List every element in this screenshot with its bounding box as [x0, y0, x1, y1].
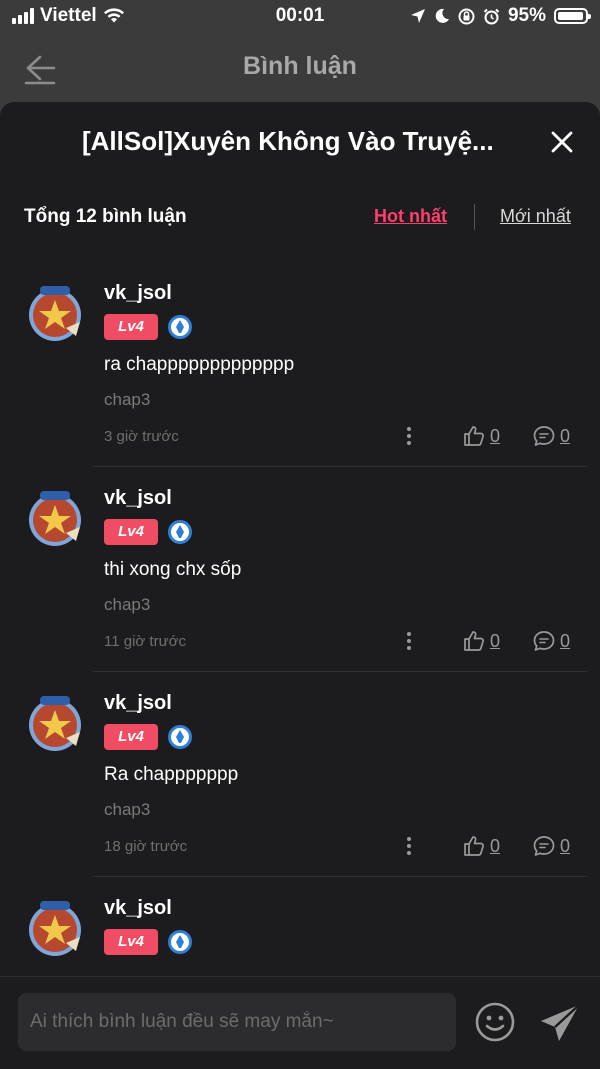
nav-bar: Bình luận: [0, 34, 600, 100]
battery-percent: 95%: [507, 5, 546, 26]
like-count: 0: [490, 835, 501, 856]
like-button[interactable]: 0: [462, 834, 500, 858]
comment-count: Tổng 12 bình luận: [24, 206, 187, 227]
like-count: 0: [490, 425, 501, 446]
level-badge: Lv4: [104, 724, 158, 750]
sort-newest-link[interactable]: Mới nhất: [500, 206, 571, 227]
writer-pen-icon: [168, 930, 192, 954]
more-options-icon[interactable]: [398, 630, 420, 652]
comment-list[interactable]: vk_jsol Lv4 ra chappppppppppppp chap3 3 …: [0, 262, 600, 974]
comment-username[interactable]: vk_jsol: [104, 692, 172, 715]
comment-input[interactable]: [18, 993, 456, 1051]
sheet-header: [AllSol]Xuyên Không Vào Truyệ...: [0, 102, 600, 182]
status-bar: Viettel 00:01 95%: [0, 0, 600, 34]
reply-button[interactable]: 0: [532, 834, 570, 858]
comment-time: 11 giờ trước: [104, 633, 186, 650]
reply-count: 0: [560, 630, 571, 651]
level-badge: Lv4: [104, 519, 158, 545]
status-right: 95%: [410, 5, 591, 27]
reply-button[interactable]: 0: [532, 424, 570, 448]
comment-summary-row: Tổng 12 bình luận Hot nhất Mới nhất: [0, 200, 600, 236]
writer-pen-icon: [168, 725, 192, 749]
comment-text: thi xong chx sốp: [104, 559, 242, 580]
like-button[interactable]: 0: [462, 629, 500, 653]
comment-chapter: chap3: [104, 390, 151, 409]
sort-divider: [474, 204, 475, 230]
writer-avatar-icon[interactable]: [24, 487, 86, 549]
thumbs-up-icon: [464, 631, 484, 651]
emoji-icon[interactable]: [474, 1001, 516, 1043]
more-options-icon[interactable]: [398, 835, 420, 857]
alarm-icon: [483, 8, 500, 24]
reply-bubble-icon: [533, 836, 555, 856]
writer-avatar-icon[interactable]: [24, 692, 86, 754]
reply-count: 0: [560, 835, 571, 856]
location-icon: [410, 9, 425, 23]
comment-username[interactable]: vk_jsol: [104, 282, 172, 305]
rotation-lock-icon: [458, 8, 475, 24]
comment-item: vk_jsol Lv4: [0, 877, 600, 974]
comment-time: 18 giờ trước: [104, 838, 188, 855]
thumbs-up-icon: [464, 426, 484, 446]
moon-icon: [435, 8, 449, 23]
comment-item: vk_jsol Lv4 Ra chappppppp chap3 18 giờ t…: [0, 672, 600, 877]
close-icon[interactable]: [548, 128, 576, 156]
comment-item: vk_jsol Lv4 thi xong chx sốp chap3 11 gi…: [0, 467, 600, 672]
battery-icon: [554, 8, 591, 24]
reply-button[interactable]: 0: [532, 629, 570, 653]
writer-avatar-icon[interactable]: [24, 897, 86, 959]
level-badge: Lv4: [104, 929, 158, 955]
thumbs-up-icon: [464, 836, 484, 856]
comment-username[interactable]: vk_jsol: [104, 487, 172, 510]
writer-pen-icon: [168, 315, 192, 339]
more-options-icon[interactable]: [398, 425, 420, 447]
like-count: 0: [490, 630, 501, 651]
send-icon[interactable]: [538, 1001, 582, 1045]
comment-text: Ra chappppppp: [104, 764, 239, 785]
comment-chapter: chap3: [104, 595, 151, 614]
page-title: Bình luận: [243, 52, 357, 80]
sort-hot-link[interactable]: Hot nhất: [374, 206, 447, 227]
comment-composer: [0, 976, 600, 1069]
comment-text: ra chappppppppppppp: [104, 354, 295, 375]
comment-item: vk_jsol Lv4 ra chappppppppppppp chap3 3 …: [0, 262, 600, 467]
comment-chapter: chap3: [104, 800, 151, 819]
reply-bubble-icon: [533, 426, 555, 446]
comment-username[interactable]: vk_jsol: [104, 897, 172, 920]
comments-sheet: [AllSol]Xuyên Không Vào Truyệ... Tổng 12…: [0, 102, 600, 1068]
reply-bubble-icon: [533, 631, 555, 651]
writer-avatar-icon[interactable]: [24, 282, 86, 344]
like-button[interactable]: 0: [462, 424, 500, 448]
story-title: [AllSol]Xuyên Không Vào Truyệ...: [82, 126, 494, 156]
level-badge: Lv4: [104, 314, 158, 340]
comment-time: 3 giờ trước: [104, 428, 179, 445]
reply-count: 0: [560, 425, 571, 446]
writer-pen-icon: [168, 520, 192, 544]
